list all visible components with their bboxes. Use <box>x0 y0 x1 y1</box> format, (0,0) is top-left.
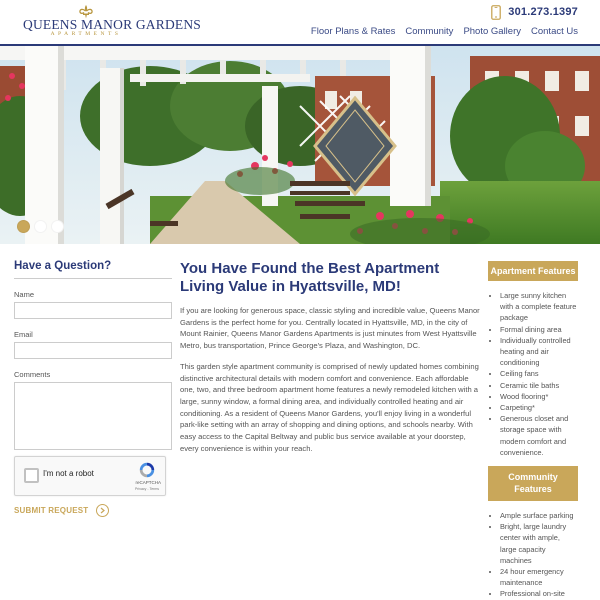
submit-request-button[interactable]: SUBMIT REQUEST <box>14 504 110 517</box>
form-title: Have a Question? <box>14 260 172 279</box>
list-item: Wood flooring* <box>500 391 578 402</box>
name-label: Name <box>14 290 35 299</box>
community-features-heading: Community Features <box>488 466 578 502</box>
brand-subtitle: APARTMENTS <box>50 31 122 37</box>
community-features-list: Ample surface parking Bright, large laun… <box>488 510 578 600</box>
features-sidebar: Apartment Features Large sunny kitchen w… <box>488 261 578 600</box>
captcha-checkbox[interactable] <box>24 468 39 483</box>
list-item: 24 hour emergency maintenance <box>500 566 578 588</box>
list-item: Ample surface parking <box>500 510 578 521</box>
mobile-phone-icon <box>491 4 502 20</box>
nav-photo-gallery[interactable]: Photo Gallery <box>463 26 521 37</box>
nav-community[interactable]: Community <box>405 26 453 37</box>
submit-label: SUBMIT REQUEST <box>14 506 89 515</box>
apartment-features-heading: Apartment Features <box>488 261 578 281</box>
email-input[interactable] <box>14 342 172 359</box>
list-item: Individually controlled heating and air … <box>500 335 578 369</box>
recaptcha-icon <box>139 462 155 478</box>
comments-textarea[interactable] <box>14 382 172 450</box>
phone-number: 301.273.1397 <box>508 6 578 18</box>
list-item: Formal dining area <box>500 324 578 335</box>
question-form: Have a Question? Name Email Comments I'm… <box>14 260 172 517</box>
phone-link[interactable]: 301.273.1397 <box>490 4 578 20</box>
hero-photo <box>0 46 600 244</box>
page-title: You Have Found the Best Apartment Living… <box>180 260 440 295</box>
slide-dot-3[interactable] <box>51 220 64 233</box>
brand-name: QUEENS MANOR GARDENS <box>23 17 202 32</box>
list-item: Carpeting* <box>500 402 578 413</box>
list-item: Ceramic tile baths <box>500 380 578 391</box>
captcha-label: I'm not a robot <box>43 469 94 478</box>
apartment-features-list: Large sunny kitchen with a complete feat… <box>488 290 578 458</box>
email-label: Email <box>14 330 33 339</box>
community-paragraph: This garden style apartment community is… <box>180 361 479 453</box>
slide-dots <box>17 220 64 233</box>
main-nav: Floor Plans & Rates Community Photo Gall… <box>301 26 578 37</box>
nav-floor-plans[interactable]: Floor Plans & Rates <box>311 26 395 37</box>
list-item: Ceiling fans <box>500 368 578 379</box>
name-input[interactable] <box>14 302 172 319</box>
recaptcha-terms[interactable]: Privacy - Terms <box>135 487 159 491</box>
list-item: Large sunny kitchen with a complete feat… <box>500 290 578 324</box>
comments-label: Comments <box>14 370 51 379</box>
logo[interactable]: QUEENS MANOR GARDENS APARTMENTS <box>23 5 202 39</box>
list-item: Generous closet and storage space with m… <box>500 413 578 458</box>
hero-slideshow[interactable] <box>0 46 600 244</box>
intro-paragraph: If you are looking for generous space, c… <box>180 306 480 351</box>
chevron-right-icon <box>96 504 110 517</box>
recaptcha-widget: I'm not a robot reCAPTCHA Privacy - Term… <box>14 456 166 496</box>
list-item: Bright, large laundry center with ample,… <box>500 521 578 566</box>
slide-dot-1[interactable] <box>17 220 30 233</box>
nav-contact-us[interactable]: Contact Us <box>531 26 578 37</box>
recaptcha-brand: reCAPTCHA <box>135 480 161 485</box>
main-content: You Have Found the Best Apartment Living… <box>180 260 480 454</box>
slide-dot-2[interactable] <box>34 220 47 233</box>
site-header: QUEENS MANOR GARDENS APARTMENTS 301.273.… <box>0 0 600 44</box>
list-item: Professional on-site <box>500 588 578 599</box>
